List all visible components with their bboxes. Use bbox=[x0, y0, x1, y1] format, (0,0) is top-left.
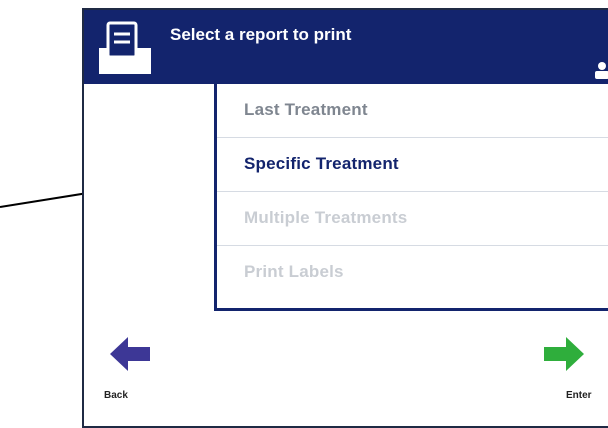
arrow-left-icon bbox=[110, 337, 150, 371]
menu-item-print-labels: Print Labels bbox=[217, 246, 608, 300]
device-screen: Select a report to print Last Treatment … bbox=[82, 8, 608, 428]
menu-item-last-treatment[interactable]: Last Treatment bbox=[217, 84, 608, 138]
arrow-right-icon bbox=[544, 337, 584, 371]
menu-item-label: Last Treatment bbox=[244, 100, 368, 119]
header-bar: Select a report to print bbox=[84, 10, 608, 84]
menu-item-specific-treatment[interactable]: Specific Treatment bbox=[217, 138, 608, 192]
menu-item-label: Specific Treatment bbox=[244, 154, 399, 173]
printer-icon bbox=[99, 21, 151, 74]
page-title: Select a report to print bbox=[170, 25, 352, 44]
enter-button[interactable] bbox=[542, 334, 592, 394]
enter-label: Enter bbox=[566, 390, 592, 401]
back-label: Back bbox=[104, 390, 128, 401]
menu-item-label: Multiple Treatments bbox=[244, 208, 408, 227]
menu-item-label: Print Labels bbox=[244, 262, 344, 281]
report-menu: Last Treatment Specific Treatment Multip… bbox=[214, 84, 608, 311]
user-icon[interactable] bbox=[592, 60, 608, 80]
back-button[interactable] bbox=[108, 334, 158, 394]
menu-item-multiple-treatments: Multiple Treatments bbox=[217, 192, 608, 246]
